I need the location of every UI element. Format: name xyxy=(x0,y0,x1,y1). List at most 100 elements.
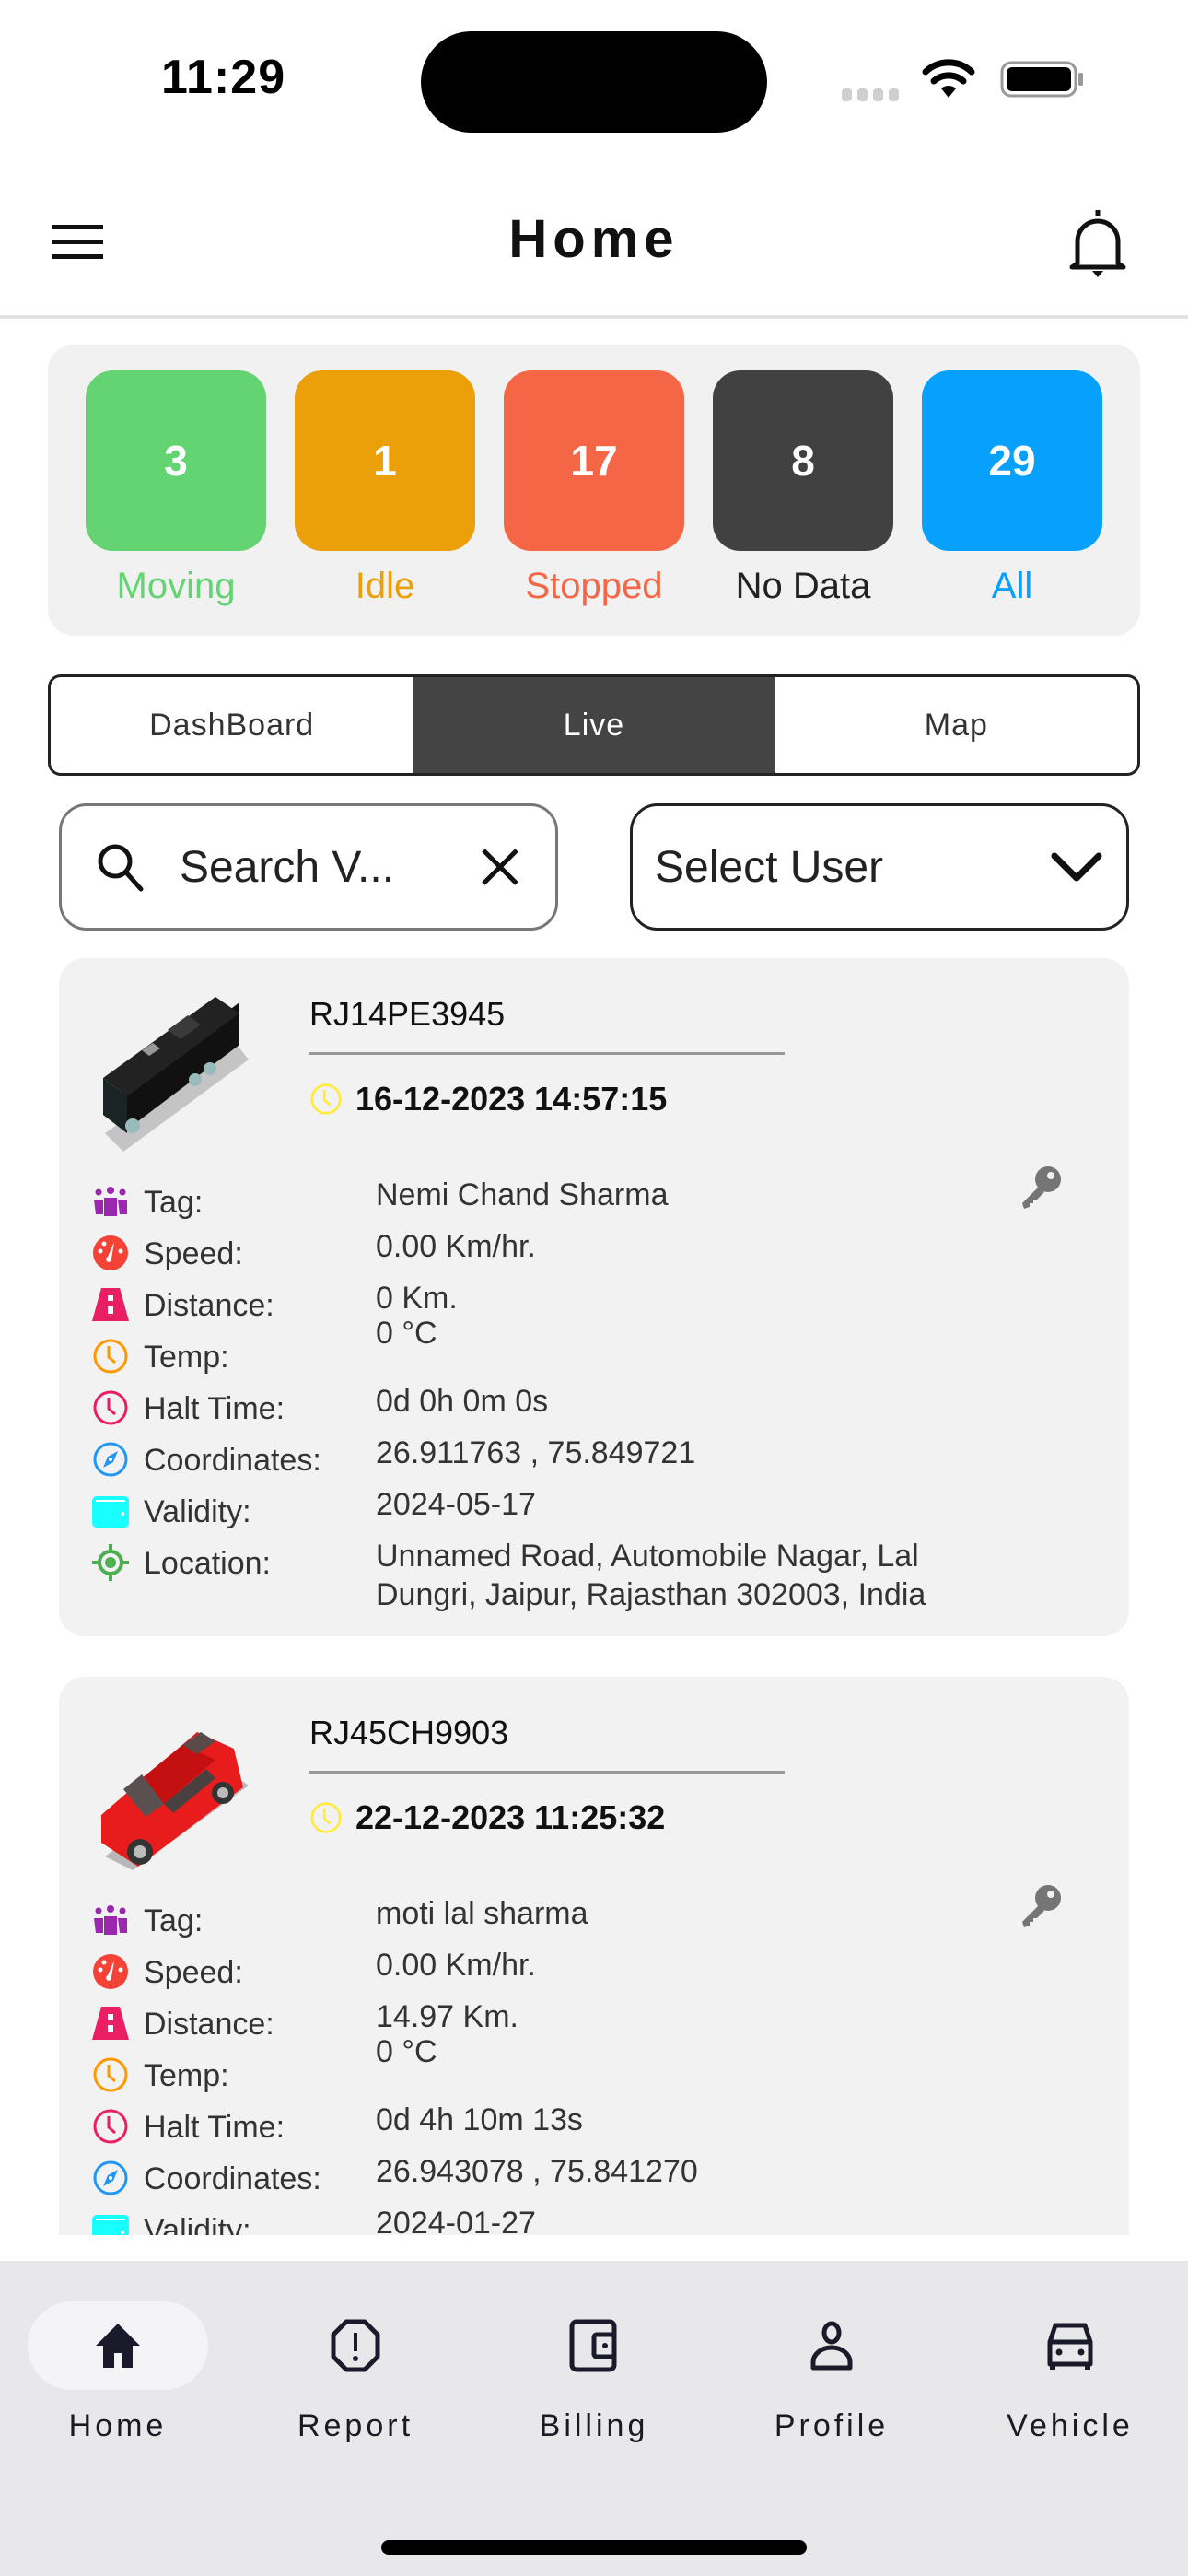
nav-label: Report xyxy=(297,2408,414,2443)
detail-row-temp: Temp: 0 °C xyxy=(92,2034,1013,2097)
nav-home[interactable]: Home xyxy=(17,2301,219,2444)
compass-icon xyxy=(92,2160,129,2196)
last-update-row: 16-12-2023 14:57:15 xyxy=(309,1080,667,1118)
vehicle-card[interactable]: RJ14PE3945 16-12-2023 14:57:15 Tag: Nemi… xyxy=(59,958,1129,1636)
detail-label: Speed: xyxy=(144,1955,243,1990)
users-icon xyxy=(92,1902,129,1938)
ignition-key-icon[interactable] xyxy=(1017,1163,1065,1211)
vehicle-search-input[interactable]: Search V... xyxy=(59,803,558,931)
detail-value: Nemi Chand Sharma xyxy=(376,1177,669,1212)
tile-count: 29 xyxy=(922,370,1102,551)
detail-row-speed: Speed: 0.00 Km/hr. xyxy=(92,1942,1013,1994)
dynamic-island xyxy=(421,31,767,133)
detail-value: moti lal sharma xyxy=(376,1896,588,1931)
tile-label: Stopped xyxy=(525,566,663,606)
detail-label: Coordinates: xyxy=(144,2161,321,2196)
last-update-row: 22-12-2023 11:25:32 xyxy=(309,1798,665,1837)
detail-value: 0d 0h 0m 0s xyxy=(376,1384,549,1419)
detail-label: Validity: xyxy=(144,1494,251,1529)
detail-label: Tag: xyxy=(144,1903,204,1938)
wallet-icon xyxy=(92,2211,129,2235)
wallet-icon xyxy=(92,1493,129,1529)
nav-billing[interactable]: Billing xyxy=(493,2301,695,2444)
road-icon xyxy=(92,2005,129,2042)
detail-row-coordinates: Coordinates: 26.911763 , 75.849721 xyxy=(92,1430,1013,1481)
tab-map[interactable]: Map xyxy=(775,677,1137,773)
nav-label: Home xyxy=(68,2408,168,2443)
report-icon xyxy=(331,2319,380,2372)
tile-count: 17 xyxy=(504,370,684,551)
detail-value: Unnamed Road, Automobile Nagar, Lal Dung… xyxy=(376,1539,926,1612)
status-tile-moving[interactable]: 3 Moving xyxy=(86,370,266,607)
detail-row-location: Location: Unnamed Road, Automobile Nagar… xyxy=(92,1533,1013,1616)
nav-report[interactable]: Report xyxy=(254,2301,457,2444)
detail-value: 14.97 Km. xyxy=(376,1999,518,2034)
clear-search-icon[interactable] xyxy=(478,845,522,889)
detail-row-halt-time: Halt Time: 0d 4h 10m 13s xyxy=(92,2097,1013,2149)
page-title: Home xyxy=(508,209,680,269)
tile-count: 3 xyxy=(86,370,266,551)
tile-label: No Data xyxy=(735,566,871,606)
last-update-time: 16-12-2023 14:57:15 xyxy=(355,1080,668,1118)
tab-live[interactable]: Live xyxy=(413,677,775,773)
detail-label: Temp: xyxy=(144,2058,229,2093)
status-time: 11:29 xyxy=(161,51,286,104)
vehicle-card[interactable]: RJ45CH9903 22-12-2023 11:25:32 Tag: moti… xyxy=(59,1677,1129,2235)
clock-icon xyxy=(92,1338,129,1375)
detail-row-tag: Tag: moti lal sharma xyxy=(92,1891,1013,1942)
tile-label: Idle xyxy=(355,566,415,606)
search-placeholder: Search V... xyxy=(180,842,395,892)
detail-value: 26.943078 , 75.841270 xyxy=(376,2154,698,2189)
detail-label: Distance: xyxy=(144,1288,274,1323)
wallet-icon xyxy=(569,2319,617,2372)
status-bar: 11:29 xyxy=(0,0,1188,157)
notification-bell-icon[interactable] xyxy=(1065,206,1131,280)
status-tile-stopped[interactable]: 17 Stopped xyxy=(504,370,684,607)
wifi-icon xyxy=(922,59,975,98)
vehicle-plate: RJ45CH9903 xyxy=(309,1714,509,1751)
ignition-key-icon[interactable] xyxy=(1017,1881,1065,1929)
home-indicator xyxy=(381,2540,807,2555)
detail-row-temp: Temp: 0 °C xyxy=(92,1316,1013,1378)
detail-row-validity: Validity: 2024-01-27 xyxy=(92,2200,1013,2235)
detail-label: Location: xyxy=(144,1546,271,1581)
speedometer-icon xyxy=(92,1235,129,1271)
nav-profile[interactable]: Profile xyxy=(730,2301,933,2444)
location-target-icon xyxy=(92,1544,129,1581)
detail-label: Coordinates: xyxy=(144,1443,321,1478)
tile-label: Moving xyxy=(116,566,236,606)
detail-row-tag: Tag: Nemi Chand Sharma xyxy=(92,1172,1013,1224)
last-update-time: 22-12-2023 11:25:32 xyxy=(355,1798,666,1836)
detail-value: 0d 4h 10m 13s xyxy=(376,2102,583,2137)
tile-count: 1 xyxy=(295,370,475,551)
car-image xyxy=(101,1732,249,1870)
status-tile-all[interactable]: 29 All xyxy=(922,370,1102,607)
detail-row-halt-time: Halt Time: 0d 0h 0m 0s xyxy=(92,1378,1013,1430)
detail-row-validity: Validity: 2024-05-17 xyxy=(92,1481,1013,1533)
speedometer-icon xyxy=(92,1953,129,1990)
clock-icon xyxy=(309,1083,343,1116)
detail-label: Distance: xyxy=(144,2007,274,2042)
clock-icon xyxy=(309,1801,343,1834)
app-header: Home xyxy=(0,157,1188,319)
detail-value: 0 °C xyxy=(376,1316,437,1351)
chevron-down-icon xyxy=(1051,852,1102,882)
detail-label: Validity: xyxy=(144,2213,251,2235)
detail-value: 26.911763 , 75.849721 xyxy=(376,1435,696,1470)
detail-label: Halt Time: xyxy=(144,2110,285,2145)
status-tile-idle[interactable]: 1 Idle xyxy=(295,370,475,607)
vehicle-details: Tag: moti lal sharma Speed: 0.00 Km/hr. … xyxy=(92,1891,1013,2235)
clock-icon xyxy=(92,2056,129,2093)
compass-icon xyxy=(92,1441,129,1478)
detail-value: 2024-01-27 xyxy=(376,2206,536,2235)
user-select-value: Select User xyxy=(655,842,884,892)
tile-label: All xyxy=(991,566,1033,606)
user-select-dropdown[interactable]: Select User xyxy=(630,803,1129,931)
status-tile-no-data[interactable]: 8 No Data xyxy=(713,370,893,607)
battery-icon xyxy=(1000,61,1083,98)
vehicle-status-summary: 3 Moving 1 Idle 17 Stopped 8 No Data 29 … xyxy=(48,345,1140,636)
tab-dashboard[interactable]: DashBoard xyxy=(51,677,413,773)
nav-vehicle[interactable]: Vehicle xyxy=(969,2301,1171,2444)
profile-icon xyxy=(810,2321,853,2371)
divider xyxy=(309,1771,785,1774)
